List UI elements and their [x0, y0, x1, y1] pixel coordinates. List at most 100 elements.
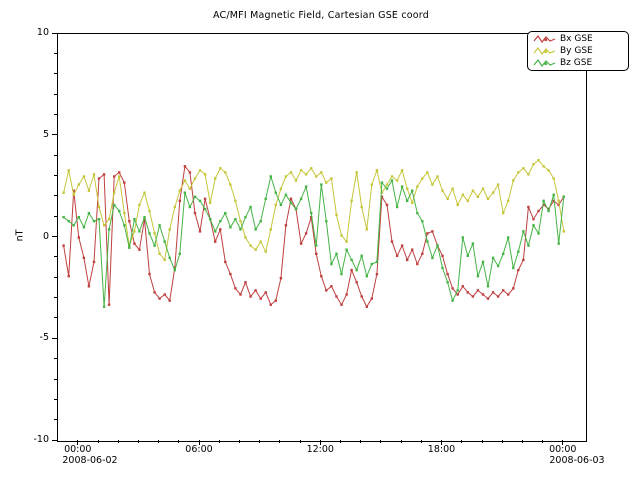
data-point-marker	[113, 175, 115, 177]
data-point-marker	[153, 232, 155, 234]
data-point-marker	[527, 173, 529, 175]
y-major-tick	[52, 134, 57, 135]
data-point-marker	[451, 299, 453, 301]
data-point-marker	[563, 230, 565, 232]
data-point-marker	[547, 210, 549, 212]
data-point-marker	[68, 169, 70, 171]
data-point-marker	[265, 251, 267, 253]
x-minor-tick	[360, 440, 361, 443]
data-point-marker	[224, 171, 226, 173]
data-point-marker	[148, 210, 150, 212]
data-point-marker	[103, 173, 105, 175]
x-tick-label: 00:00	[538, 444, 588, 455]
x-tick-label: 18:00	[417, 444, 467, 455]
data-point-marker	[219, 167, 221, 169]
data-point-marker	[411, 202, 413, 204]
data-point-marker	[98, 206, 100, 208]
data-point-marker	[325, 181, 327, 183]
data-point-marker	[260, 297, 262, 299]
data-point-marker	[83, 257, 85, 259]
legend-item-bz[interactable]: Bz GSE	[528, 57, 628, 69]
data-point-marker	[457, 293, 459, 295]
x-minor-tick	[178, 440, 179, 443]
data-point-marker	[426, 232, 428, 234]
data-point-marker	[249, 206, 251, 208]
y-major-tick	[52, 338, 57, 339]
data-point-marker	[310, 167, 312, 169]
legend-item-bx[interactable]: Bx GSE	[528, 33, 628, 45]
data-point-marker	[507, 293, 509, 295]
data-point-marker	[522, 259, 524, 261]
data-point-marker	[330, 263, 332, 265]
data-point-marker	[487, 285, 489, 287]
legend-item-by[interactable]: By GSE	[528, 45, 628, 57]
data-point-marker	[406, 259, 408, 261]
y-minor-tick	[54, 277, 57, 278]
data-point-marker	[532, 163, 534, 165]
data-point-marker	[340, 304, 342, 306]
plot-title: AC/MFI Magnetic Field, Cartesian GSE coo…	[57, 10, 585, 21]
data-point-marker	[280, 204, 282, 206]
data-point-marker	[482, 188, 484, 190]
data-point-marker	[356, 281, 358, 283]
legend[interactable]: Bx GSEBy GSEBz GSE	[527, 31, 629, 71]
legend-label: Bz GSE	[560, 58, 592, 68]
data-point-marker	[558, 200, 560, 202]
data-point-marker	[416, 185, 418, 187]
x-minor-tick	[421, 440, 422, 443]
x-minor-tick	[138, 440, 139, 443]
data-point-marker	[553, 194, 555, 196]
data-point-marker	[164, 240, 166, 242]
data-point-marker	[244, 281, 246, 283]
data-point-marker	[477, 275, 479, 277]
y-tick-label: 0	[19, 231, 49, 243]
data-point-marker	[330, 177, 332, 179]
data-point-marker	[527, 206, 529, 208]
data-point-marker	[416, 263, 418, 265]
data-point-marker	[487, 198, 489, 200]
data-point-marker	[204, 198, 206, 200]
data-point-marker	[371, 263, 373, 265]
x-minor-tick	[118, 440, 119, 443]
data-point-marker	[451, 188, 453, 190]
data-point-marker	[315, 244, 317, 246]
data-point-marker	[532, 224, 534, 226]
plot-frame	[57, 33, 587, 442]
y-minor-tick	[54, 317, 57, 318]
data-point-marker	[88, 212, 90, 214]
data-point-marker	[527, 244, 529, 246]
data-point-marker	[340, 234, 342, 236]
data-point-marker	[219, 228, 221, 230]
data-point-marker	[517, 251, 519, 253]
data-point-marker	[103, 224, 105, 226]
data-point-marker	[467, 255, 469, 257]
data-point-marker	[350, 269, 352, 271]
data-point-marker	[497, 295, 499, 297]
data-point-marker	[335, 295, 337, 297]
data-point-marker	[366, 275, 368, 277]
data-point-marker	[356, 269, 358, 271]
x-tick-label: 12:00	[295, 444, 345, 455]
data-point-marker	[280, 188, 282, 190]
data-point-marker	[219, 220, 221, 222]
data-point-marker	[108, 228, 110, 230]
data-point-marker	[254, 249, 256, 251]
data-point-marker	[376, 169, 378, 171]
data-point-marker	[148, 273, 150, 275]
x-minor-tick	[482, 440, 483, 443]
plot-canvas[interactable]	[58, 34, 586, 441]
data-point-marker	[234, 287, 236, 289]
data-point-marker	[234, 218, 236, 220]
y-minor-tick	[54, 399, 57, 400]
data-point-marker	[411, 249, 413, 251]
data-point-marker	[224, 212, 226, 214]
data-point-marker	[254, 228, 256, 230]
data-point-marker	[320, 171, 322, 173]
data-point-marker	[62, 244, 64, 246]
x-axis-start-date: 2008-06-02	[45, 455, 135, 466]
data-point-marker	[249, 244, 251, 246]
data-point-marker	[350, 259, 352, 261]
x-minor-tick	[461, 440, 462, 443]
data-point-marker	[83, 175, 85, 177]
data-point-marker	[93, 173, 95, 175]
